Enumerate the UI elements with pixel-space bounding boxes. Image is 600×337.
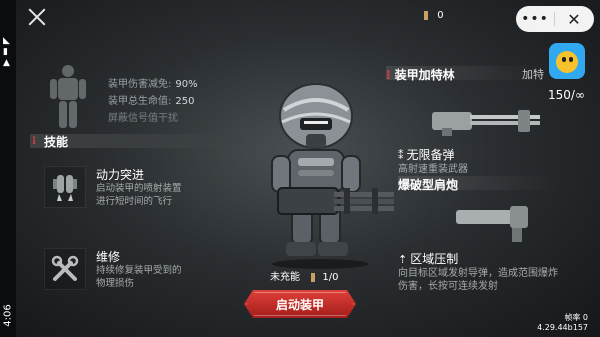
capsule-close-button[interactable]: ✕ xyxy=(555,10,593,29)
skill-area-suppression-title: ⇡ 区域压制 xyxy=(398,252,459,266)
mech-armor-character xyxy=(271,83,394,269)
jetpack-icon xyxy=(53,175,77,201)
more-button[interactable]: ••• xyxy=(516,11,554,27)
skill-repair-desc: 持续修复装甲受到的 物理损伤 xyxy=(96,265,182,289)
stat-total-hp: 装甲总生命值: 250 xyxy=(108,96,195,107)
section-marker: ⁝ xyxy=(386,68,391,82)
start-armor-button[interactable]: 启动装甲 xyxy=(244,290,356,318)
signal-icon: ◣ ▮ ▲ xyxy=(3,36,10,68)
skill-icon-box xyxy=(44,248,86,290)
weapon-gatling-tag: 加特 xyxy=(522,68,544,81)
skill-dash-desc: 启动装甲的喷射装置 进行短时间的飞行 xyxy=(96,183,182,207)
ammo-count: 0 xyxy=(437,10,444,21)
skill-infinite-ammo-desc: 高射速重装武器 xyxy=(398,164,468,175)
charge-label: 未充能 xyxy=(270,272,300,283)
bullet-icon xyxy=(424,10,428,20)
bullet-icon xyxy=(311,272,316,282)
charge-value: 1/0 xyxy=(322,272,339,283)
section-marker: ⁝ xyxy=(32,134,37,147)
game-avatar-icon[interactable] xyxy=(549,43,585,79)
skill-dash-title: 动力突进 xyxy=(96,168,145,182)
missile-icon: ⇡ xyxy=(398,253,408,266)
skill-repair[interactable]: 维修 持续修复装甲受到的 物理损伤 xyxy=(44,248,244,292)
frame-rate-info: 帧率 0 4.29.44b157 xyxy=(537,313,588,333)
armor-stats: 装甲伤害减免: 90% 装甲总生命值: 250 屏蔽信号值干扰 xyxy=(108,76,198,127)
skill-dash[interactable]: 动力突进 启动装甲的喷射装置 进行短时间的飞行 xyxy=(44,166,244,210)
ammo-total: 150/∞ xyxy=(548,88,585,102)
skill-infinite-ammo-title: ⁑ 无限备弹 xyxy=(398,148,455,162)
gatling-gun-icon xyxy=(432,110,540,136)
frame-rate: 帧率 0 xyxy=(564,313,588,322)
weapon-cannon-title: 爆破型肩炮 xyxy=(398,178,459,192)
ammo-currency: 0 xyxy=(424,10,444,21)
skill-infinite-ammo: ⁑ 无限备弹 高射速重装武器 xyxy=(398,146,468,176)
version: 4.29.44b157 xyxy=(537,323,588,332)
skill-area-suppression: ⇡ 区域压制 向目标区域发射导弹，造成范围爆炸 伤害，长按可连续发射 xyxy=(398,250,558,293)
status-time: 4:06 xyxy=(2,304,14,327)
skill-repair-title: 维修 xyxy=(96,250,121,264)
close-icon[interactable] xyxy=(26,6,48,28)
infinite-ammo-icon: ⁑ xyxy=(398,149,404,162)
armor-silhouette-icon xyxy=(50,65,86,128)
skill-icon-box xyxy=(44,166,86,208)
shoulder-cannon-icon xyxy=(456,206,528,242)
stat-damage-reduction: 装甲伤害减免: 90% xyxy=(108,79,198,90)
status-bar: ◣ ▮ ▲ 4:06 xyxy=(0,0,16,337)
capsule-menu: ••• ✕ xyxy=(516,6,594,32)
avatar-face xyxy=(556,51,578,73)
skills-title: 技能 xyxy=(44,135,69,149)
skills-header: ⁝ 技能 xyxy=(30,134,225,149)
wrench-icon xyxy=(51,255,79,281)
charge-status: 未充能 1/0 xyxy=(270,268,338,283)
stat-signal-shield: 屏蔽信号值干扰 xyxy=(108,113,178,124)
weapon-header: 爆破型肩炮 xyxy=(398,176,558,192)
weapon-shoulder-cannon[interactable]: 爆破型肩炮 xyxy=(398,176,558,242)
skill-area-suppression-desc: 向目标区域发射导弹，造成范围爆炸 伤害，长按可连续发射 xyxy=(398,268,558,292)
